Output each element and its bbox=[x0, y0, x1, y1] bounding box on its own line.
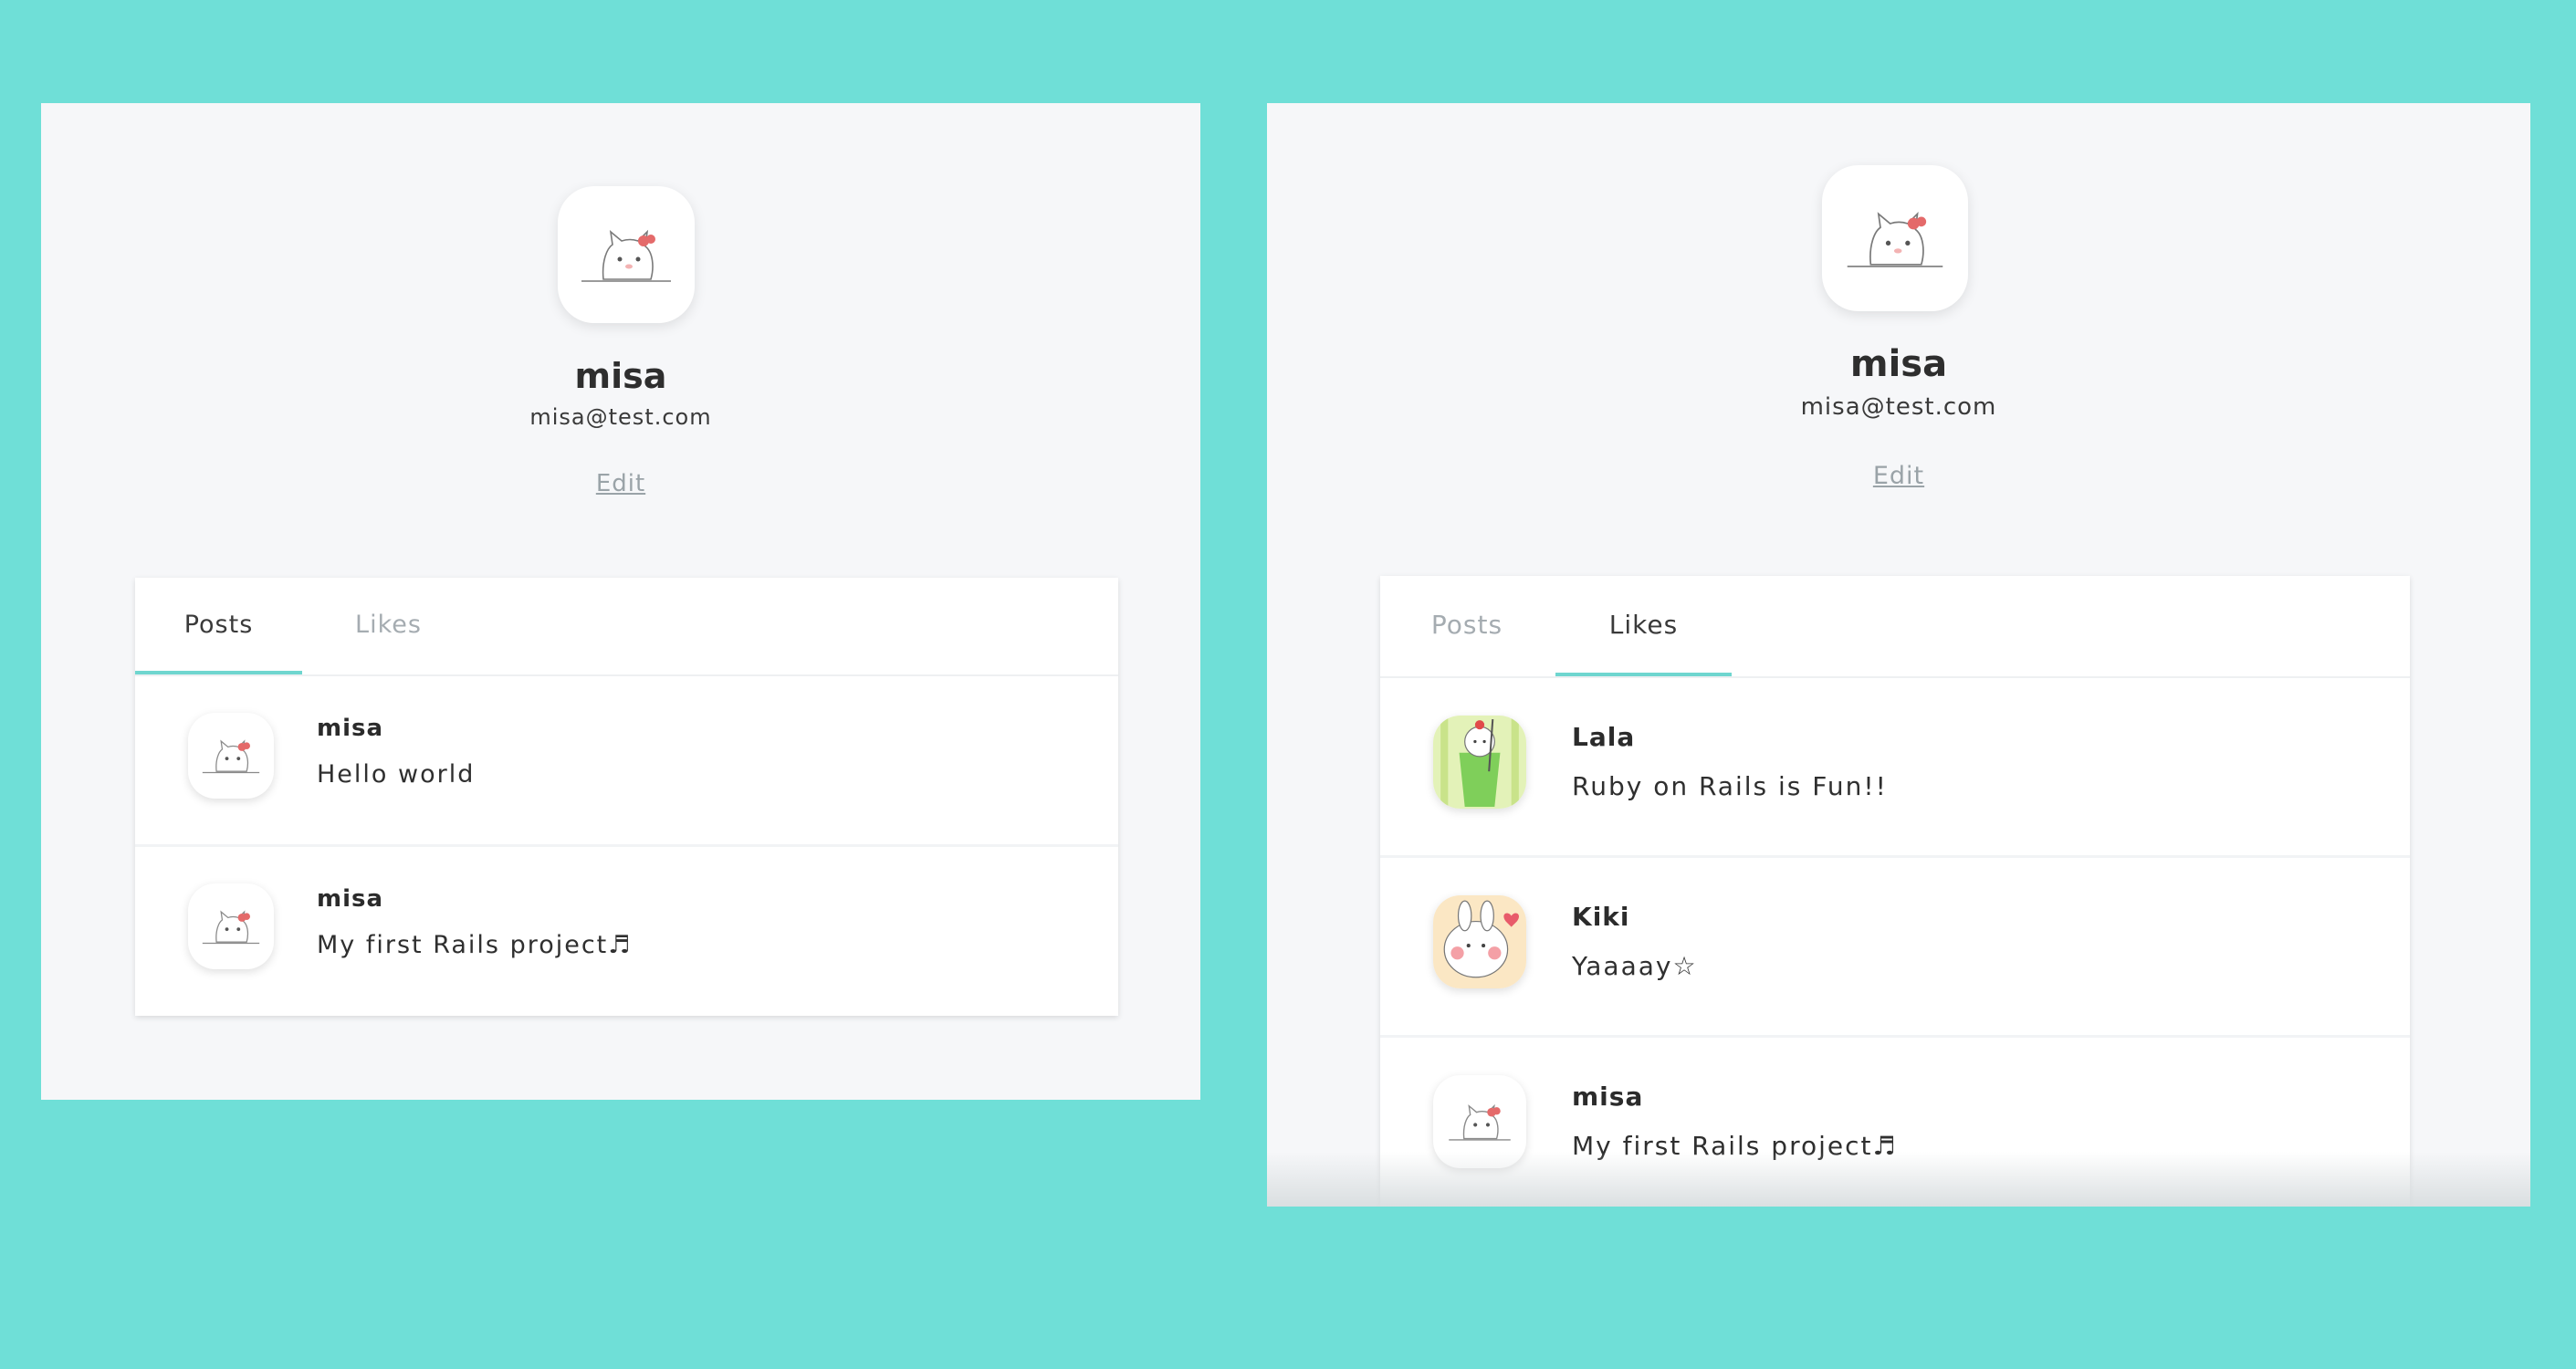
edit-profile-link[interactable]: Edit bbox=[1873, 462, 1924, 490]
cat-avatar-icon bbox=[581, 229, 671, 282]
profile-name: misa bbox=[574, 356, 667, 396]
post-author[interactable]: misa bbox=[1572, 1082, 1643, 1112]
post-text: Hello world bbox=[317, 760, 476, 789]
post-text: Ruby on Rails is Fun!! bbox=[1572, 771, 1888, 801]
post-row[interactable]: misa Hello world bbox=[135, 676, 1118, 847]
post-text: Yaaaay☆ bbox=[1572, 951, 1698, 981]
cat-avatar-icon bbox=[1847, 211, 1943, 267]
tab-likes[interactable]: Likes bbox=[1555, 576, 1732, 676]
post-author[interactable]: misa bbox=[317, 715, 383, 742]
post-text: My first Rails project♬ bbox=[317, 931, 633, 959]
cat-avatar-icon bbox=[202, 739, 260, 774]
tab-bar: Posts Likes bbox=[135, 578, 1118, 676]
tab-posts[interactable]: Posts bbox=[135, 578, 302, 674]
profile-avatar bbox=[1822, 165, 1968, 311]
post-avatar[interactable] bbox=[1433, 1075, 1526, 1168]
profile-screen-posts: misa misa@test.com Edit Posts Likes misa… bbox=[41, 103, 1200, 1100]
tab-likes[interactable]: Likes bbox=[302, 578, 475, 673]
post-text: My first Rails project♬ bbox=[1572, 1131, 1898, 1161]
post-author[interactable]: Kiki bbox=[1572, 902, 1630, 932]
profile-email: misa@test.com bbox=[529, 404, 712, 430]
cat-avatar-icon bbox=[1449, 1103, 1511, 1141]
post-row[interactable]: Kiki Yaaaay☆ bbox=[1380, 858, 2410, 1038]
profile-avatar bbox=[558, 186, 695, 323]
edit-profile-link[interactable]: Edit bbox=[596, 470, 645, 497]
melon-soda-avatar-icon bbox=[1433, 716, 1526, 809]
post-avatar[interactable] bbox=[1433, 716, 1526, 809]
post-author[interactable]: misa bbox=[317, 885, 383, 913]
post-row[interactable]: Lala Ruby on Rails is Fun!! bbox=[1380, 678, 2410, 858]
post-row[interactable]: misa My first Rails project♬ bbox=[1380, 1038, 2410, 1207]
profile-email: misa@test.com bbox=[1800, 393, 1997, 421]
post-row[interactable]: misa My first Rails project♬ bbox=[135, 847, 1118, 1015]
profile-screen-likes: misa misa@test.com Edit Posts Likes Lala… bbox=[1267, 103, 2530, 1207]
profile-name: misa bbox=[1849, 343, 1948, 385]
post-author[interactable]: Lala bbox=[1572, 722, 1635, 752]
tab-bar: Posts Likes bbox=[1380, 576, 2410, 678]
post-avatar[interactable] bbox=[188, 713, 274, 799]
posts-card: Posts Likes misa Hello world misa My fir… bbox=[135, 578, 1118, 1016]
likes-card: Posts Likes Lala Ruby on Rails is Fun!! bbox=[1380, 576, 2410, 1207]
post-avatar[interactable] bbox=[188, 883, 274, 969]
bunny-avatar-icon bbox=[1433, 895, 1526, 988]
post-avatar[interactable] bbox=[1433, 895, 1526, 988]
cat-avatar-icon bbox=[202, 910, 260, 945]
tab-posts[interactable]: Posts bbox=[1380, 576, 1554, 674]
